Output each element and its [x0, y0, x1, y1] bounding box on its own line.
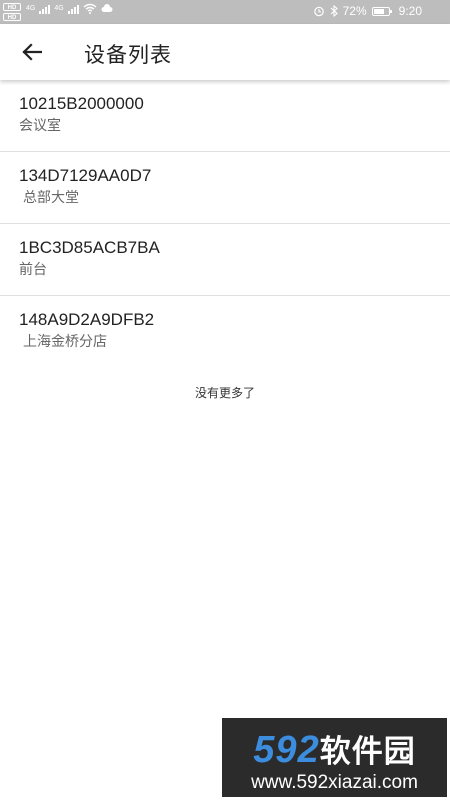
watermark-brand: 592软件园 [222, 726, 447, 772]
device-id: 134D7129AA0D7 [19, 166, 152, 185]
watermark-url: www.592xiazai.com [251, 772, 418, 793]
watermark-brand-text: 软件园 [319, 734, 416, 770]
watermark-logo: 592软件园 www.592xiazai.com [222, 718, 447, 797]
status-right: 72% 9:20 [313, 4, 422, 18]
device-id: 148A9D2A9DFB2 [19, 310, 155, 329]
status-bar: HD HD 4G 4G 72% 9:20 [0, 0, 450, 24]
device-id: 1BC3D85ACB7BA [19, 238, 160, 257]
signal-icon [67, 4, 79, 14]
clock: 9:20 [398, 4, 422, 18]
hd-badge: HD [3, 13, 21, 21]
alarm-icon [313, 6, 324, 17]
arrow-left-icon[interactable] [22, 43, 42, 61]
list-item[interactable]: 134D7129AA0D7 总部大堂 [0, 152, 450, 224]
hd-badge: HD [3, 3, 21, 11]
back-button[interactable] [18, 38, 46, 66]
list-item[interactable]: 148A9D2A9DFB2 上海金桥分店 [0, 296, 450, 368]
network-label: 4G [26, 5, 36, 12]
battery-icon [371, 6, 392, 16]
device-name: 前台 [19, 262, 47, 278]
device-list: 10215B2000000 会议室 134D7129AA0D7 总部大堂 1BC… [0, 80, 450, 368]
battery-percent: 72% [342, 4, 367, 18]
network-indicators: 4G 4G [26, 3, 113, 14]
device-id: 10215B2000000 [19, 94, 144, 113]
device-name: 上海金桥分店 [23, 334, 107, 350]
app-bar: 设备列表 [0, 24, 450, 80]
network-label: 4G [54, 5, 64, 12]
signal-icon [39, 4, 51, 14]
bluetooth-icon [330, 5, 338, 17]
device-name: 会议室 [19, 118, 61, 134]
wifi-icon [83, 3, 97, 14]
page-title: 设备列表 [84, 43, 172, 67]
no-more-label: 没有更多了 [194, 386, 255, 400]
list-item[interactable]: 1BC3D85ACB7BA 前台 [0, 224, 450, 296]
cloud-icon [101, 4, 113, 12]
watermark-number: 592 [253, 729, 320, 771]
list-item[interactable]: 10215B2000000 会议室 [0, 80, 450, 152]
device-name: 总部大堂 [23, 190, 79, 206]
